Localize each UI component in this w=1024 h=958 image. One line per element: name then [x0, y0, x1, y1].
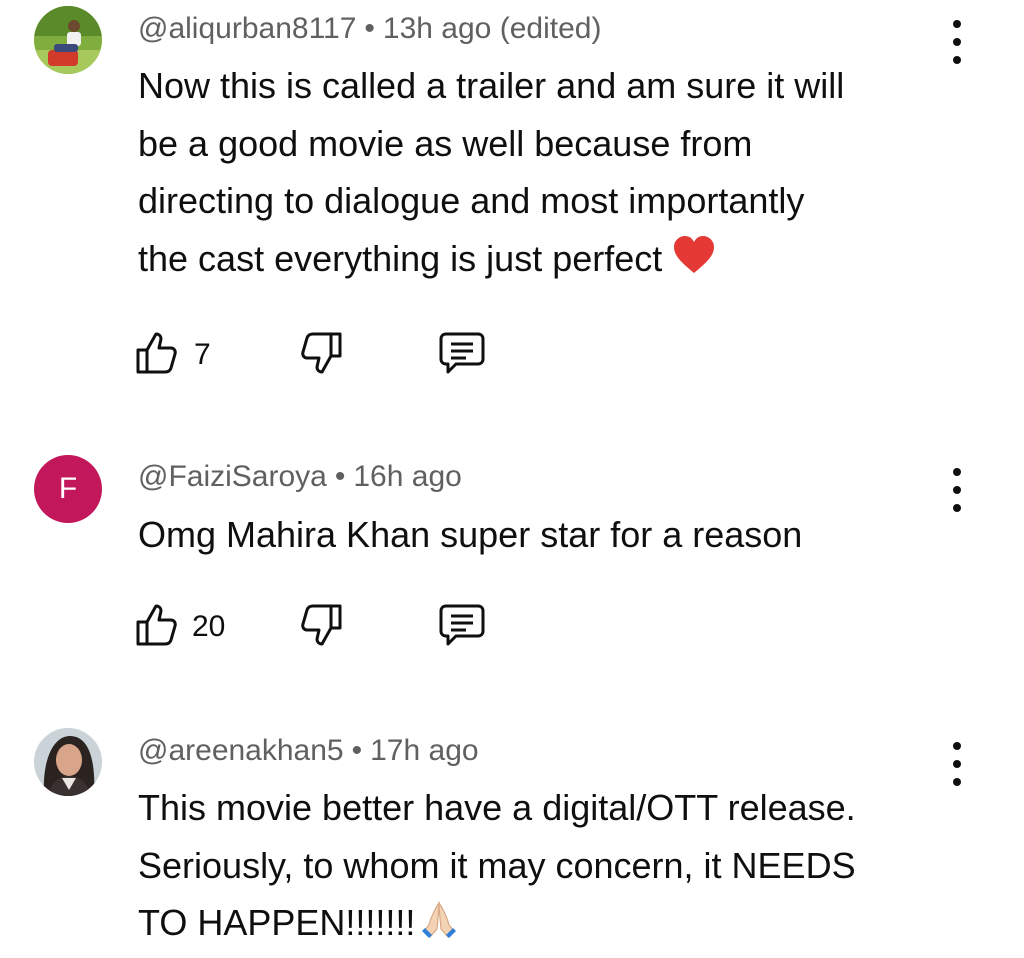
comment-time[interactable]: 13h ago	[383, 12, 491, 45]
comment-line: Seriously, to whom it may concern, it NE…	[138, 844, 856, 886]
avatar-photo	[34, 6, 102, 74]
thumbs-down-icon	[301, 604, 342, 646]
reply-button[interactable]	[438, 330, 486, 381]
thumbs-up-icon	[136, 332, 177, 374]
comment-actions: 7	[134, 330, 534, 380]
comment-meta: @aliqurban8117 • 13h ago (edited)	[138, 12, 601, 46]
more-vertical-icon[interactable]	[940, 738, 974, 790]
red-heart-icon	[672, 234, 716, 292]
more-vertical-icon[interactable]	[940, 16, 974, 68]
author-name[interactable]: @aliqurban8117	[138, 12, 356, 45]
comment-actions: 20	[134, 602, 534, 652]
avatar[interactable]	[34, 6, 102, 74]
edited-label: (edited)	[499, 12, 602, 45]
comment-line: This movie better have a digital/OTT rel…	[138, 787, 856, 828]
avatar[interactable]: F	[34, 455, 102, 523]
author-name[interactable]: @FaiziSaroya	[138, 460, 327, 493]
dislike-button[interactable]	[298, 602, 344, 653]
comment-line: Now this is called a trailer and am sure…	[138, 65, 845, 106]
dislike-button[interactable]	[298, 330, 344, 381]
comment-time[interactable]: 17h ago	[370, 734, 478, 767]
comment-text: Now this is called a trailer and am sure…	[138, 57, 938, 291]
comment-line: the cast everything is just perfect	[138, 237, 663, 279]
meta-separator: •	[334, 460, 346, 493]
comment-time[interactable]: 16h ago	[353, 460, 461, 493]
reply-comment-icon	[439, 332, 485, 374]
avatar[interactable]	[34, 728, 102, 796]
author-name[interactable]: @areenakhan5	[138, 734, 344, 767]
meta-separator: •	[351, 734, 363, 767]
like-count: 7	[194, 338, 211, 371]
folded-hands-icon	[419, 897, 459, 956]
more-vertical-icon[interactable]	[940, 464, 974, 516]
reply-comment-icon	[439, 604, 485, 646]
thumbs-down-icon	[301, 332, 342, 374]
comment-line: be a good movie as well because from	[138, 122, 753, 164]
avatar-photo	[34, 728, 102, 796]
comment-text: This movie better have a digital/OTT rel…	[138, 779, 938, 956]
like-button[interactable]	[134, 602, 180, 653]
reply-button[interactable]	[438, 602, 486, 653]
like-count: 20	[192, 610, 226, 643]
comment-line: Omg Mahira Khan super star for a reason	[138, 514, 803, 555]
avatar-letter: F	[58, 472, 78, 505]
thumbs-up-icon	[136, 604, 177, 646]
comment-meta: @areenakhan5 • 17h ago	[138, 734, 479, 768]
comment-line: TO HAPPEN!!!!!!!	[138, 902, 416, 943]
comment-meta: @FaiziSaroya • 16h ago	[138, 460, 462, 494]
comment-text: Omg Mahira Khan super star for a reason	[138, 506, 938, 564]
like-button[interactable]	[134, 330, 180, 381]
comment-line: directing to dialogue and most important…	[138, 180, 805, 221]
meta-separator: •	[364, 12, 375, 45]
